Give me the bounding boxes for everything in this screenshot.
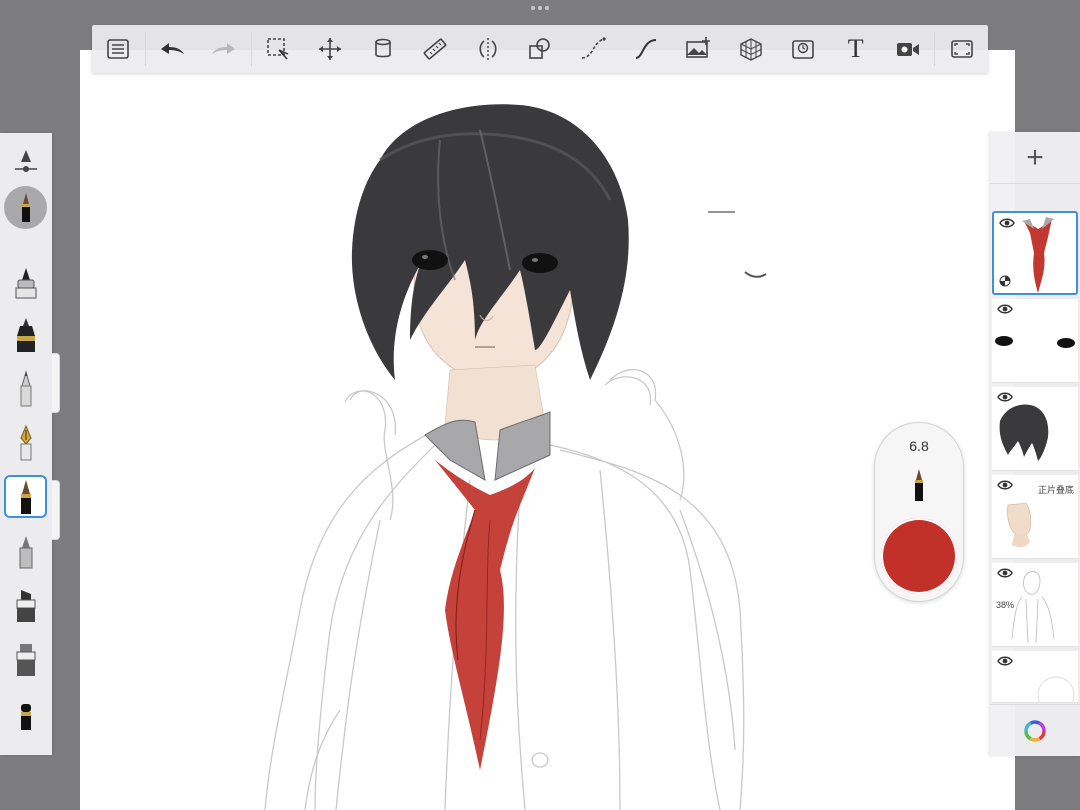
brush-library-button[interactable] [92, 25, 145, 73]
brush-palette [0, 133, 52, 755]
layer-skin[interactable]: 正片叠底 [992, 475, 1078, 559]
visibility-eye-icon[interactable] [997, 479, 1013, 491]
symmetry-icon [479, 38, 497, 60]
layer-hair[interactable] [992, 387, 1078, 471]
color-editor-button[interactable] [990, 704, 1080, 756]
brush-properties-icon [14, 150, 37, 172]
brush-chisel-marker[interactable] [4, 583, 47, 626]
undo-icon [160, 43, 184, 54]
marker-icon [19, 535, 32, 568]
flat-marker-icon [16, 643, 35, 676]
brush-size-slider-tab[interactable] [52, 353, 60, 413]
symmetry-button[interactable] [462, 25, 515, 73]
current-color-swatch[interactable] [881, 518, 957, 594]
layer-background[interactable] [992, 651, 1078, 703]
brush-size-value: 6.8 [909, 438, 929, 454]
visibility-eye-icon[interactable] [997, 303, 1013, 315]
layer-eyes[interactable] [992, 299, 1078, 383]
shapes-icon [529, 38, 551, 59]
selection-icon [267, 38, 289, 60]
curve-icon [635, 39, 656, 59]
add-layer-button[interactable]: + [990, 132, 1080, 184]
brush-puck[interactable]: 6.8 [874, 422, 964, 602]
perspective-guide-button[interactable] [724, 25, 777, 73]
brush-ink-pen[interactable] [4, 261, 47, 304]
selection-button[interactable] [252, 25, 305, 73]
paint-bucket-icon [375, 38, 391, 58]
brush-opacity-slider-tab[interactable] [52, 480, 60, 540]
fullscreen-button[interactable] [935, 25, 988, 73]
text-button[interactable]: T [829, 25, 882, 73]
visibility-eye-icon[interactable] [999, 217, 1015, 229]
layer-blend-mode: 正片叠底 [1037, 485, 1074, 495]
layer-tie[interactable] [992, 211, 1078, 295]
ruler-icon [424, 38, 447, 60]
visibility-eye-icon[interactable] [997, 655, 1013, 667]
predictive-stroke-button[interactable] [619, 25, 672, 73]
alpha-lock-icon[interactable] [999, 275, 1011, 287]
brush-eraser[interactable] [4, 695, 47, 738]
undo-button[interactable] [146, 25, 199, 73]
brush-marker[interactable] [4, 529, 47, 572]
flipbook-button[interactable] [777, 25, 830, 73]
brush-fountain-pen[interactable] [4, 421, 47, 464]
ruler-button[interactable] [409, 25, 462, 73]
ink-pen-icon [15, 267, 36, 298]
brush-pencil[interactable] [4, 367, 47, 410]
paintbrush-icon [20, 479, 31, 514]
move-icon [319, 38, 342, 60]
brush-paintbrush[interactable] [4, 475, 47, 518]
fountain-pen-icon [19, 424, 32, 460]
shapes-button[interactable] [514, 25, 567, 73]
redo-icon [212, 43, 236, 54]
fullscreen-icon [950, 40, 973, 58]
toolbar-grab-handle[interactable] [529, 6, 551, 12]
timelapse-button[interactable] [882, 25, 935, 73]
brush-flat-marker[interactable] [4, 637, 47, 680]
brush-technical-pen[interactable] [4, 313, 47, 356]
paintbrush-icon [915, 469, 923, 501]
import-image-button[interactable] [672, 25, 725, 73]
steady-stroke-button[interactable] [567, 25, 620, 73]
chisel-marker-icon [16, 589, 35, 622]
fill-button[interactable] [357, 25, 410, 73]
pencil-icon [20, 369, 31, 406]
flipbook-icon [792, 40, 814, 59]
color-wheel-icon [1024, 719, 1046, 742]
image-icon [686, 37, 711, 58]
transform-button[interactable] [304, 25, 357, 73]
redo-button[interactable] [198, 25, 251, 73]
artwork [264, 104, 767, 810]
visibility-eye-icon[interactable] [997, 567, 1013, 579]
text-icon: T [847, 34, 864, 63]
steady-stroke-icon [581, 37, 606, 59]
current-brush-preview[interactable] [4, 186, 47, 229]
layer-sketch[interactable]: 38% [992, 563, 1078, 647]
layers-panel: + 正片叠底 38% [990, 132, 1080, 756]
brush-properties-button[interactable] [4, 141, 47, 181]
eraser-icon [20, 703, 31, 730]
perspective-grid-icon [739, 38, 762, 61]
paintbrush-icon [21, 192, 30, 222]
video-camera-icon [897, 43, 920, 56]
layer-opacity: 38% [996, 600, 1015, 610]
visibility-eye-icon[interactable] [997, 391, 1013, 403]
top-toolbar: T [92, 25, 988, 73]
list-icon [107, 39, 130, 59]
technical-pen-icon [16, 317, 35, 352]
drawing-canvas[interactable] [80, 50, 1015, 810]
